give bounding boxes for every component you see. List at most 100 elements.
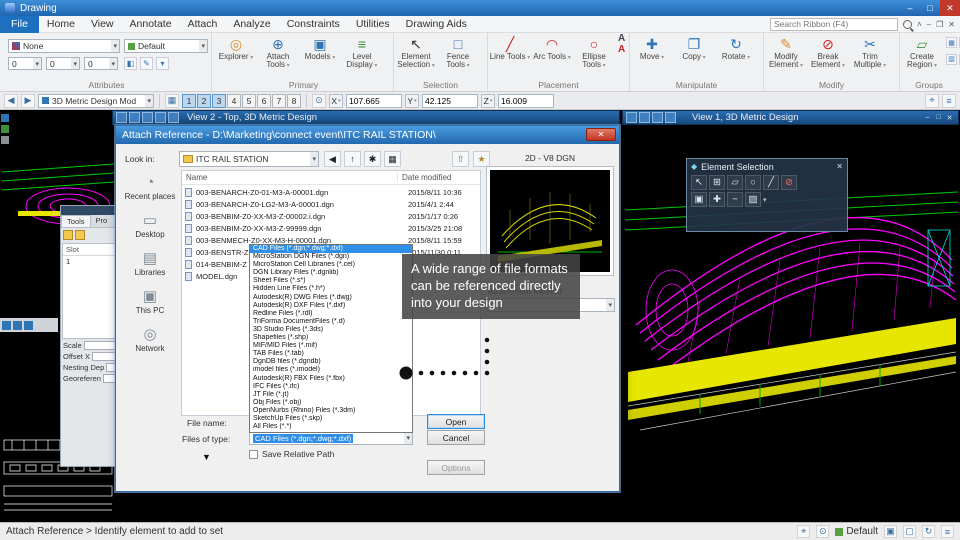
ribbon-tab[interactable]: Analyze <box>225 16 278 33</box>
ribbon-tool-button[interactable]: ↖ Element Selection <box>395 36 437 70</box>
ribbon-tab[interactable]: View <box>83 16 122 33</box>
view-menu-icon[interactable] <box>626 112 637 123</box>
file-type-option[interactable]: Shapefiles (*.shp) <box>250 334 412 342</box>
reference-list[interactable]: Slot 1 <box>62 243 120 339</box>
model-selector-combo[interactable]: 3D Metric Design Mod <box>38 93 154 108</box>
slot-cell[interactable]: 1 <box>63 256 119 267</box>
file-row[interactable]: 003-BENBIM-Z0-XX-M3-Z-00002.i.dgn 2015/1… <box>182 210 480 222</box>
active-element-template-combo[interactable]: None <box>8 39 120 53</box>
look-in-combo[interactable]: ITC RAIL STATION <box>179 151 319 167</box>
file-row[interactable]: 003-BENBIM-Z0-XX-M3-Z-99999.dgn 2015/3/2… <box>182 222 480 234</box>
select-shape-icon[interactable]: ▱ <box>727 175 743 190</box>
up-one-level-icon[interactable]: ↑ <box>344 151 361 167</box>
active-level-combo[interactable]: Default <box>124 39 208 53</box>
select-block-icon[interactable]: ⊞ <box>709 175 725 190</box>
file-type-option[interactable]: Autodesk(R) DWG Files (*.dwg) <box>250 294 412 302</box>
file-row[interactable]: 003-BENARCH-Z0-01-M3-A-00001.dgn 2015/8/… <box>182 186 480 198</box>
ribbon-tool-button[interactable]: ◎ Explorer <box>215 36 257 70</box>
dock-icon[interactable] <box>1 125 9 133</box>
ribbon-tool-button[interactable]: ✎ Modify Element <box>765 36 807 70</box>
design-history-icon[interactable]: ↻ <box>922 525 935 538</box>
view2-titlebar[interactable]: View 2 - Top, 3D Metric Design <box>112 110 620 125</box>
ribbon-tab[interactable]: Utilities <box>348 16 398 33</box>
selection-mode-add-icon[interactable]: ✚ <box>709 192 725 207</box>
x-coordinate-badge[interactable]: X <box>329 93 343 108</box>
place-item[interactable]: ▣ This PC <box>122 288 178 315</box>
ribbon-tab[interactable]: Drawing Aids <box>398 16 475 33</box>
file-type-option[interactable]: Autodesk(R) FBX Files (*.fbx) <box>250 375 412 383</box>
selection-mode-subtract-icon[interactable]: − <box>727 192 743 207</box>
tab-tools[interactable]: Tools <box>61 215 91 227</box>
group-tool-icon[interactable]: ▥ <box>946 53 957 65</box>
line-style-combo[interactable]: 0 <box>46 57 80 70</box>
locks-icon[interactable]: ⊙ <box>816 525 830 538</box>
maximize-button[interactable]: □ <box>920 0 940 16</box>
view-toggle-button[interactable]: 2 <box>197 93 211 108</box>
view-toggle-button[interactable]: 4 <box>227 93 241 108</box>
ribbon-tool-button[interactable]: ❐ Copy <box>673 36 715 61</box>
file-type-option[interactable]: MIF/MID Files (*.mif) <box>250 342 412 350</box>
z-coordinate-input[interactable] <box>498 93 554 108</box>
ribbon-tool-button[interactable]: ≡ Level Display <box>341 36 383 70</box>
dock-icon[interactable] <box>1 114 9 122</box>
file-type-option[interactable]: IFC Files (*.ifc) <box>250 383 412 391</box>
place-item[interactable]: ◔ Recent places <box>122 174 178 201</box>
view-attributes-icon[interactable] <box>129 112 140 123</box>
view-menu-icon[interactable]: ▦ <box>384 151 401 167</box>
file-type-option[interactable]: Sheet Files (*.s*) <box>250 277 412 285</box>
file-type-option[interactable]: DgnDB files (*.dgndb) <box>250 358 412 366</box>
select-pointer-icon[interactable]: ↖ <box>691 175 707 190</box>
file-type-option[interactable]: Autodesk(R) DXF Files (*.dxf) <box>250 302 412 310</box>
search-ribbon-input[interactable] <box>770 17 898 31</box>
ribbon-tool-button[interactable]: ⊕ Attach Tools <box>257 36 299 70</box>
ribbon-tool-button[interactable]: ╱ Line Tools <box>489 36 531 70</box>
place-item[interactable]: ▤ Libraries <box>122 250 178 277</box>
file-row[interactable]: 003-BENARCH-Z0-LG2-M3-A-00001.dgn 2015/4… <box>182 198 480 210</box>
file-type-option[interactable]: OpenNurbs (Rhino) Files (*.3dm) <box>250 407 412 415</box>
acs-lock-icon[interactable]: ⊙ <box>312 93 326 108</box>
collapse-ribbon-icon[interactable]: ˄ <box>917 20 922 29</box>
place-text-icon[interactable]: A <box>618 33 625 44</box>
ribbon-tab[interactable]: Home <box>39 16 83 33</box>
file-type-option[interactable]: SketchUp Files (*.skp) <box>250 415 412 423</box>
mini-tool-icon[interactable] <box>13 320 22 330</box>
attributes-drop-icon[interactable]: ▾ <box>156 57 169 70</box>
file-type-dropdown-list[interactable]: CAD Files (*.dgn;*.dwg;*.dxf) MicroStatio… <box>249 244 413 433</box>
place-note-icon[interactable]: A <box>618 44 625 55</box>
clear-selection-icon[interactable]: ⊘ <box>781 175 797 190</box>
view-toggle-button[interactable]: 5 <box>242 93 256 108</box>
doc-close-icon[interactable]: ✕ <box>948 20 955 29</box>
expand-options-icon[interactable]: ▼ <box>202 452 211 462</box>
go-back-icon[interactable]: ◀ <box>324 151 341 167</box>
view-fit-icon[interactable] <box>168 112 179 123</box>
slot-column-header[interactable]: Slot <box>63 244 119 256</box>
z-coordinate-badge[interactable]: Z <box>481 93 495 108</box>
fence-status-icon[interactable]: ▢ <box>903 525 916 538</box>
close-button[interactable]: ✕ <box>940 0 960 16</box>
ribbon-tool-button[interactable]: ✚ Move <box>631 36 673 61</box>
forward-icon[interactable]: ▶ <box>21 93 35 108</box>
open-button[interactable]: Open <box>427 414 485 429</box>
view-toggle-button[interactable]: 7 <box>272 93 286 108</box>
view-toggle-button[interactable]: 3 <box>212 93 226 108</box>
save-relative-path-checkbox[interactable] <box>249 450 258 459</box>
dock-icon[interactable] <box>1 136 9 144</box>
view-toggle-button[interactable]: 8 <box>287 93 301 108</box>
palette-expand-icon[interactable]: ▾ <box>763 196 767 204</box>
file-type-option[interactable]: Hidden Line Files (*.h*) <box>250 285 412 293</box>
place-item[interactable]: ◎ Network <box>122 326 178 353</box>
selection-mode-invert-icon[interactable]: ▨ <box>745 192 761 207</box>
y-coordinate-input[interactable] <box>422 93 478 108</box>
search-icon[interactable] <box>903 19 912 29</box>
file-type-option[interactable]: TAB Files (*.tab) <box>250 350 412 358</box>
select-line-icon[interactable]: ╱ <box>763 175 779 190</box>
palette-titlebar[interactable]: ◆ Element Selection ✕ <box>687 159 847 174</box>
view1-titlebar[interactable]: View 1, 3D Metric Design – □ ✕ <box>622 110 959 125</box>
active-level-selector[interactable]: Default <box>835 526 878 537</box>
panel-titlebar[interactable] <box>61 206 121 215</box>
ribbon-tab[interactable]: Annotate <box>122 16 180 33</box>
y-coordinate-badge[interactable]: Y <box>405 93 419 108</box>
file-type-option[interactable]: TriForma DocumentFiles (*.d) <box>250 318 412 326</box>
options-button[interactable]: Options <box>427 460 485 475</box>
selection-mode-new-icon[interactable]: ▣ <box>691 192 707 207</box>
